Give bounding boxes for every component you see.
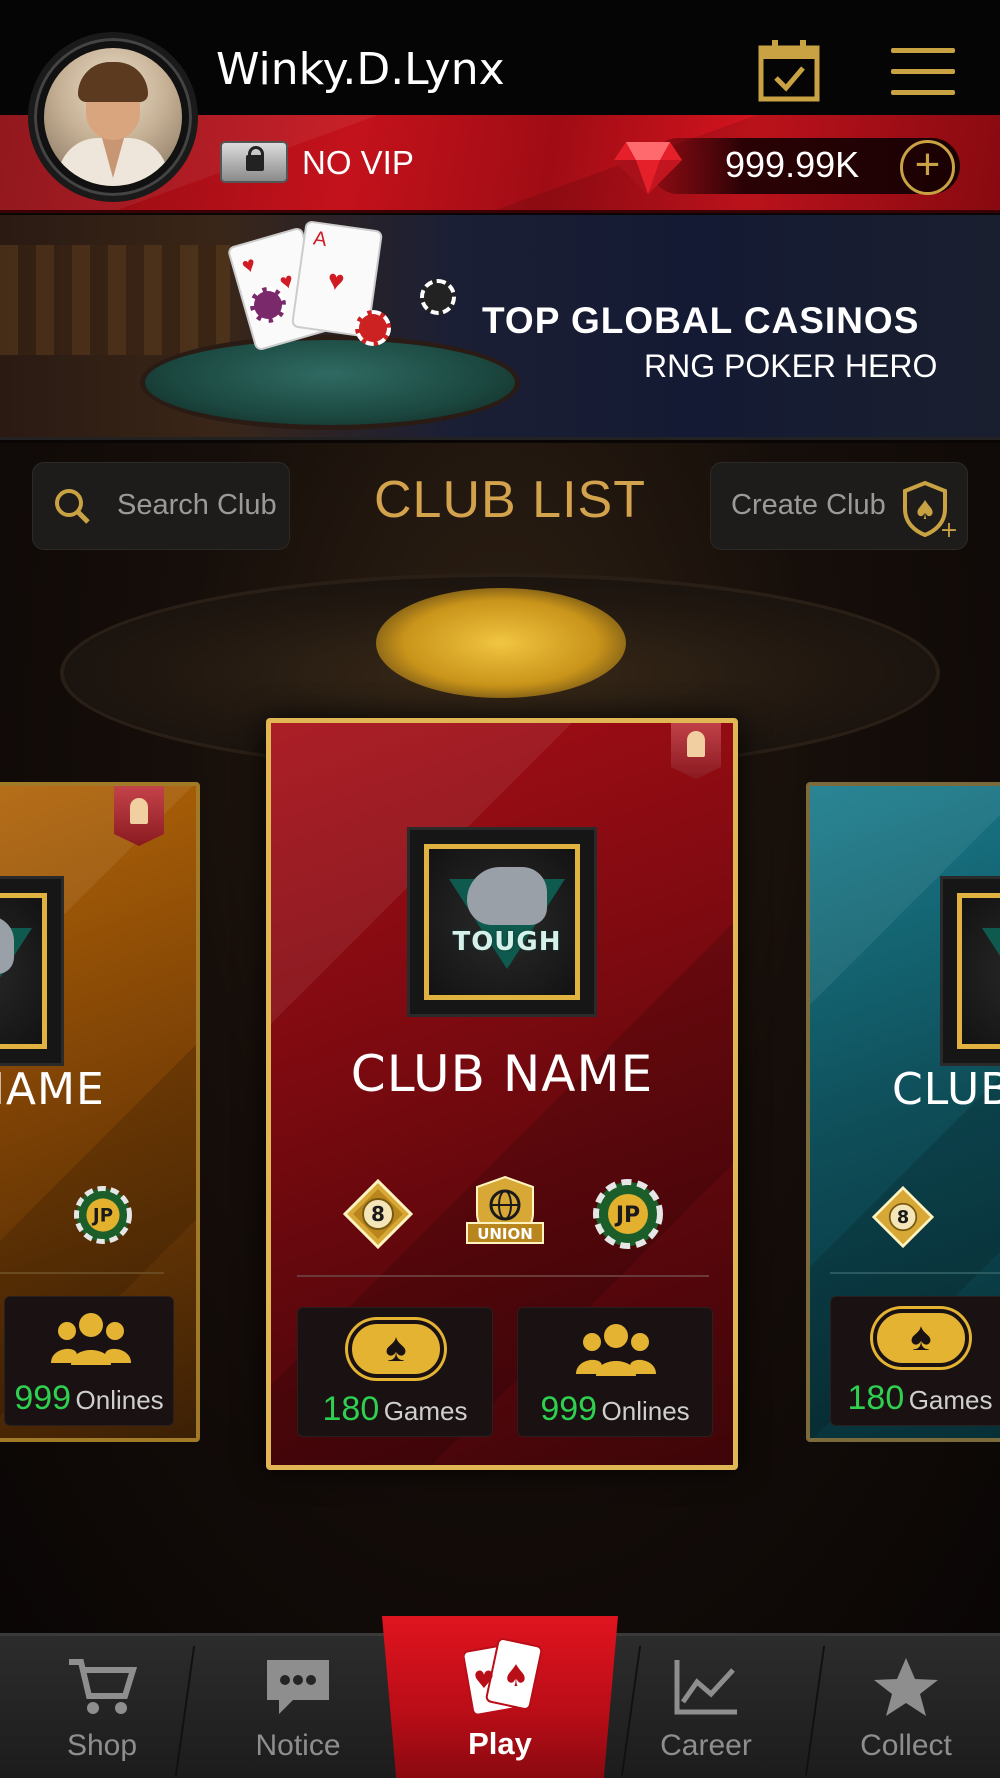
nav-label: Notice (255, 1729, 341, 1762)
onlines-stat: 999 Onlines (517, 1307, 713, 1437)
eight-badge-icon: 8 (343, 1179, 413, 1249)
games-unit: Games (383, 1396, 468, 1426)
games-number: 180 (847, 1379, 905, 1417)
club-card[interactable]: CLUB 8 180 Games (806, 782, 1000, 1442)
banner-subtitle: RNG POKER HERO (644, 348, 938, 384)
top-header: Winky.D.Lynx NO VIP 999.99K + (0, 0, 1000, 215)
poker-chip-icon (250, 287, 286, 323)
search-icon (55, 489, 90, 524)
search-club-label: Search Club (117, 489, 277, 521)
vip-lock-icon (220, 141, 288, 183)
nav-item-notice[interactable]: Notice (218, 1656, 378, 1763)
line-chart-icon (674, 1660, 737, 1715)
onlines-number: 999 (14, 1379, 72, 1417)
nav-label: Shop (66, 1729, 138, 1762)
club-name: CLUB NAME (350, 1045, 654, 1103)
poker-table-illustration (140, 335, 520, 430)
star-icon (874, 1658, 938, 1716)
badge-8-text: 8 (371, 1202, 385, 1226)
club-logo-text: TOUGH (452, 927, 562, 957)
svg-text:+: + (940, 518, 957, 539)
games-number: 180 (322, 1390, 380, 1428)
stage-glow (376, 588, 626, 698)
onlines-unit: Onlines (601, 1396, 690, 1426)
svg-text:8: 8 (897, 1208, 909, 1228)
owner-badge-icon (114, 786, 164, 846)
people-icon (51, 1313, 131, 1365)
owner-badge-icon (671, 723, 721, 779)
avatar[interactable] (28, 32, 198, 202)
vip-status[interactable]: NO VIP (302, 144, 414, 182)
divider (0, 1272, 164, 1274)
onlines-unit: Onlines (75, 1385, 164, 1415)
games-stat: 180 Games (297, 1307, 493, 1437)
currency-value: 999.99K (725, 144, 860, 185)
divider (297, 1275, 709, 1277)
svg-text:♥: ♥ (473, 1666, 495, 1694)
search-club-button[interactable]: Search Club (32, 462, 290, 550)
games-unit: Games (908, 1385, 993, 1415)
banner-bar-shelves (0, 245, 230, 355)
nav-item-shop[interactable]: Shop (22, 1656, 182, 1763)
club-logo (940, 876, 1000, 1066)
games-stat: 180 Games (830, 1296, 1000, 1426)
eight-badge-icon: 8 (872, 1186, 934, 1248)
jackpot-badge-icon: JP (74, 1186, 132, 1244)
banner-title: TOP GLOBAL CASINOS (482, 300, 920, 341)
nav-item-play[interactable]: ♠ ♥ Play (382, 1616, 618, 1778)
poker-chip-icon (355, 310, 391, 346)
union-badge-icon: UNION (466, 1175, 544, 1245)
cart-icon (69, 1659, 138, 1714)
club-card[interactable]: NAME JP 999 Onlines (0, 782, 200, 1442)
divider (830, 1272, 1000, 1274)
playing-cards-icon: ♠ ♥ (464, 1638, 543, 1716)
username: Winky.D.Lynx (216, 44, 505, 95)
club-name: NAME (0, 1064, 105, 1115)
nav-label: Career (660, 1729, 752, 1762)
jackpot-badge-icon: JP (593, 1179, 663, 1249)
badge-jp-text: JP (614, 1203, 640, 1228)
onlines-number: 999 (540, 1390, 598, 1428)
nav-item-collect[interactable]: Collect (826, 1656, 986, 1763)
chat-bubble-icon (267, 1660, 329, 1714)
badge-union-text: UNION (477, 1225, 533, 1243)
club-logo (0, 876, 64, 1066)
svg-text:♠: ♠ (503, 1659, 530, 1694)
daily-checkin-button[interactable] (758, 38, 820, 102)
svg-text:JP: JP (91, 1206, 113, 1227)
nav-separator (804, 1646, 826, 1776)
add-currency-button[interactable]: + (900, 140, 955, 195)
club-name: CLUB (892, 1064, 1000, 1115)
nav-label: Play (468, 1726, 532, 1761)
ruby-icon (614, 142, 682, 194)
create-club-button[interactable]: Create Club ♠ + (710, 462, 968, 550)
hamburger-menu-button[interactable] (891, 48, 955, 96)
club-logo: TOUGH (407, 827, 597, 1017)
onlines-stat: 999 Onlines (4, 1296, 174, 1426)
svg-text:♠: ♠ (913, 496, 936, 526)
page-title: CLUB LIST (374, 471, 646, 529)
create-club-label: Create Club (731, 489, 886, 521)
calendar-check-icon (758, 40, 820, 102)
spade-chip-icon (873, 1309, 969, 1367)
club-card-selected[interactable]: TOUGH CLUB NAME 8 UNION JP 180 Games (266, 718, 738, 1470)
avatar-image (44, 48, 182, 186)
shield-spade-plus-icon: ♠ + (903, 480, 957, 539)
poker-chip-icon (420, 279, 456, 315)
spade-chip-icon (348, 1320, 444, 1378)
people-icon (576, 1324, 656, 1376)
nav-item-career[interactable]: Career (626, 1656, 786, 1763)
nav-label: Collect (860, 1729, 952, 1762)
